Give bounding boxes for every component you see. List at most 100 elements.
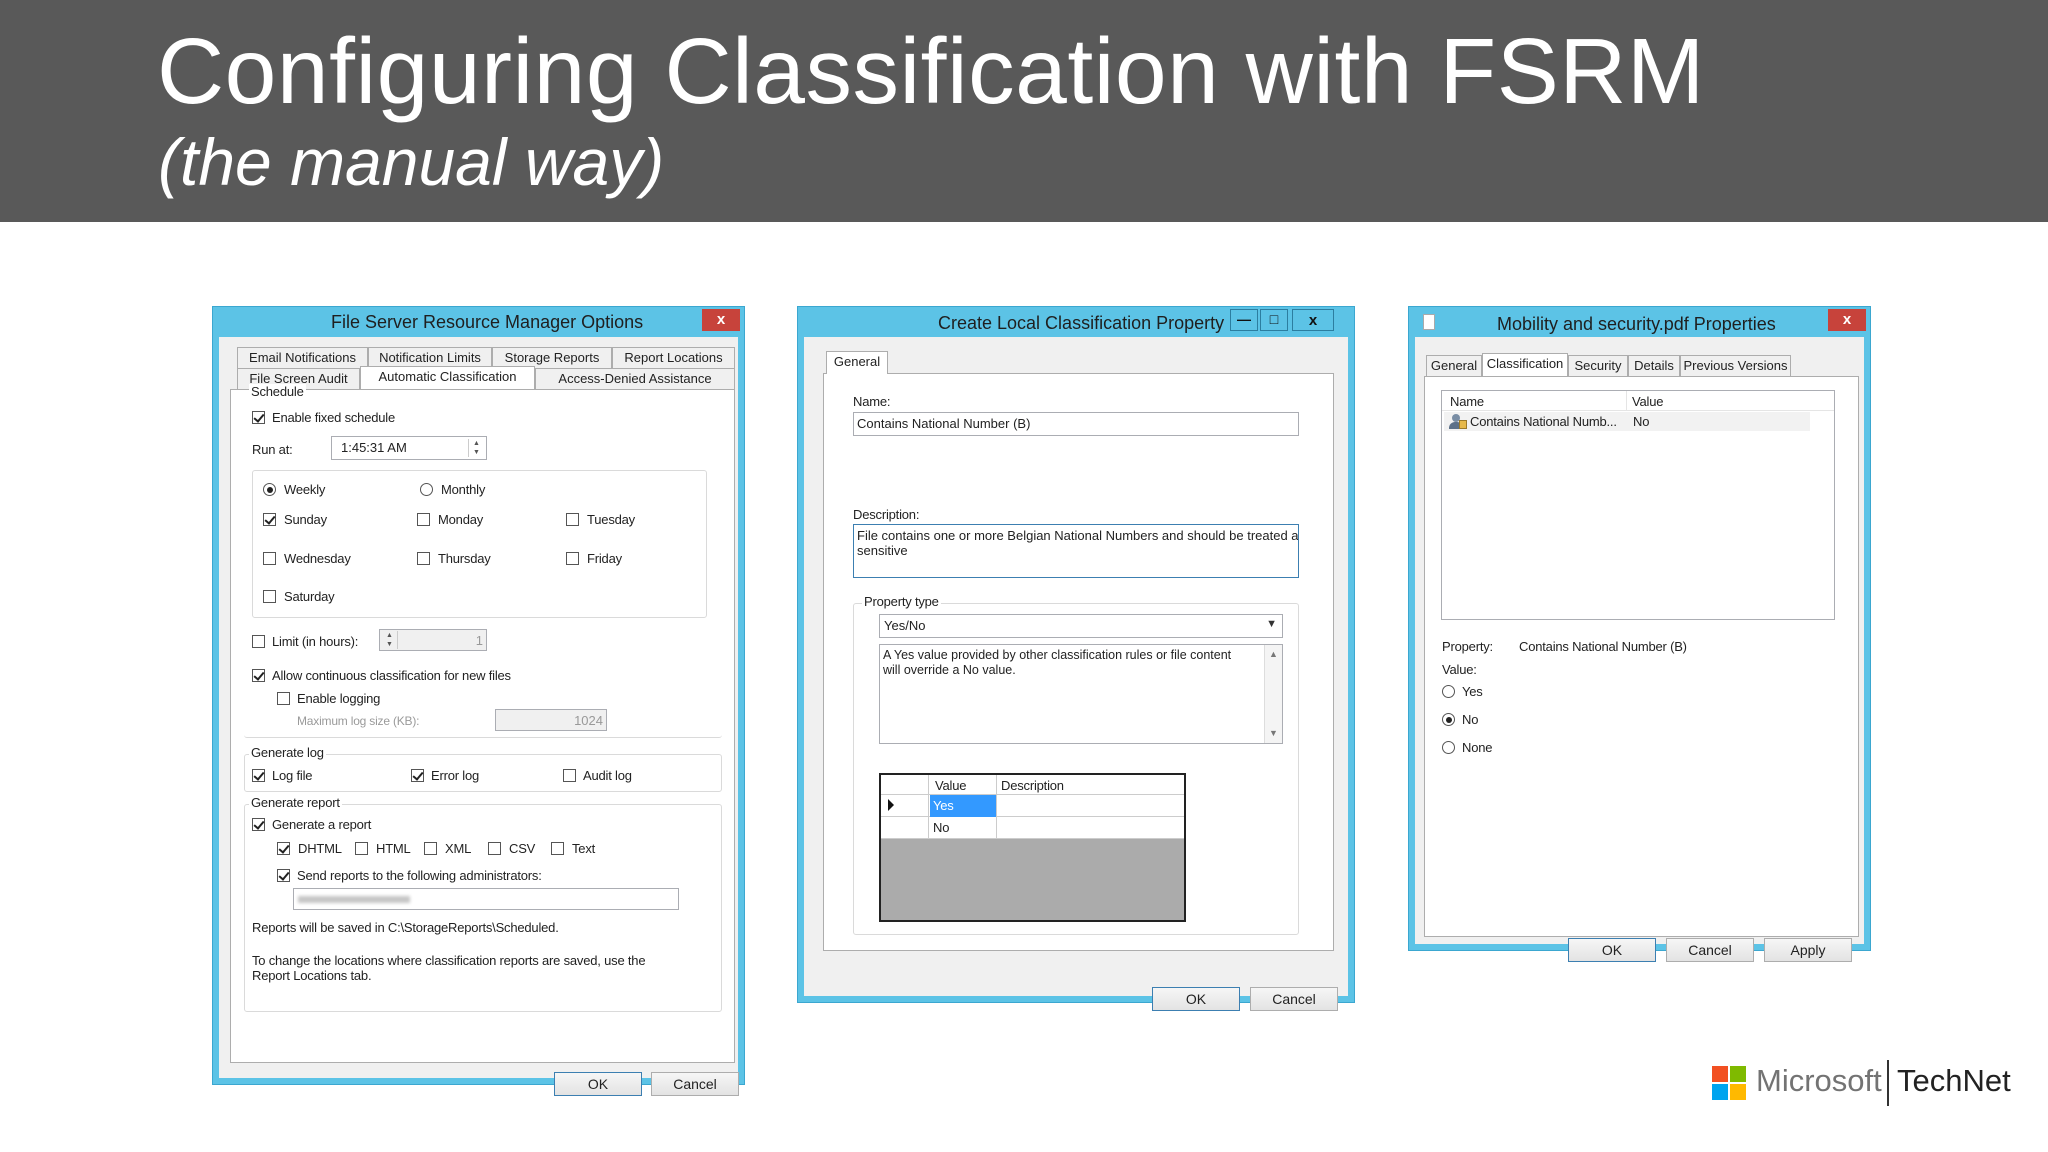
wednesday-checkbox[interactable]	[263, 552, 276, 565]
slide-title: Configuring Classification with FSRM	[157, 19, 1705, 123]
values-grid[interactable]: Value Description Yes No	[879, 773, 1186, 922]
tab-notification-limits[interactable]: Notification Limits	[368, 347, 492, 368]
dhtml-label: DHTML	[298, 841, 342, 856]
properties-list[interactable]: Name Value Contains National Numb... No	[1441, 390, 1835, 620]
tab-security[interactable]: Security	[1568, 355, 1628, 376]
audit-log-checkbox[interactable]	[563, 769, 576, 782]
window-title: Create Local Classification Property	[938, 313, 1225, 333]
monthly-radio[interactable]	[420, 483, 433, 496]
value-yes-radio[interactable]	[1442, 685, 1455, 698]
tab-general[interactable]: General	[826, 351, 888, 374]
minimize-button[interactable]: —	[1230, 309, 1258, 331]
list-item-value: No	[1633, 414, 1650, 429]
sunday-label: Sunday	[284, 512, 327, 527]
name-input[interactable]: Contains National Number (B)	[853, 412, 1299, 436]
value-no-radio[interactable]	[1442, 713, 1455, 726]
allow-continuous-checkbox[interactable]	[252, 669, 265, 682]
html-label: HTML	[376, 841, 411, 856]
tab-details[interactable]: Details	[1628, 355, 1680, 376]
apply-button[interactable]: Apply	[1764, 938, 1852, 962]
dhtml-checkbox[interactable]	[277, 842, 290, 855]
limit-hours-checkbox[interactable]	[252, 635, 265, 648]
tab-classification[interactable]: Classification	[1482, 353, 1568, 376]
cancel-button[interactable]: Cancel	[651, 1072, 739, 1096]
generate-report-checkbox[interactable]	[252, 818, 265, 831]
xml-label: XML	[445, 841, 472, 856]
log-file-checkbox[interactable]	[252, 769, 265, 782]
grid-cell-yes[interactable]: Yes	[930, 795, 996, 817]
title-bar[interactable]: Create Local Classification Property — □…	[798, 307, 1354, 337]
scroll-up-icon[interactable]: ▲	[1265, 647, 1282, 662]
administrators-email-input[interactable]	[293, 888, 679, 910]
grid-col-description: Description	[1001, 778, 1064, 793]
ok-button[interactable]: OK	[554, 1072, 642, 1096]
ok-button[interactable]: OK	[1568, 938, 1656, 962]
weekly-radio[interactable]	[263, 483, 276, 496]
tab-access-denied-assistance[interactable]: Access-Denied Assistance	[535, 368, 735, 389]
error-log-checkbox[interactable]	[411, 769, 424, 782]
list-item-name: Contains National Numb...	[1470, 414, 1617, 429]
chevron-down-icon: ▼	[1266, 618, 1277, 630]
tab-automatic-classification[interactable]: Automatic Classification	[360, 366, 535, 389]
tuesday-checkbox[interactable]	[566, 513, 579, 526]
title-bar[interactable]: Mobility and security.pdf Properties x	[1409, 307, 1870, 337]
title-bar[interactable]: File Server Resource Manager Options x	[213, 307, 744, 337]
value-none-radio[interactable]	[1442, 741, 1455, 754]
csv-checkbox[interactable]	[488, 842, 501, 855]
friday-checkbox[interactable]	[566, 552, 579, 565]
property-type-value: Yes/No	[884, 618, 926, 633]
enable-logging-checkbox[interactable]	[277, 692, 290, 705]
limit-hours-input[interactable]: ▲ ▼ 1	[379, 629, 487, 651]
classification-panel: Name Value Contains National Numb... No …	[1424, 376, 1859, 937]
document-icon	[1423, 314, 1435, 330]
tab-storage-reports[interactable]: Storage Reports	[492, 347, 612, 368]
enable-fixed-schedule-checkbox[interactable]	[252, 411, 265, 424]
grid-desc-col-divider	[996, 775, 997, 839]
maximize-button[interactable]: □	[1260, 309, 1288, 331]
window-body: General Classification Security Details …	[1415, 337, 1864, 962]
xml-checkbox[interactable]	[424, 842, 437, 855]
property-type-label: Property type	[862, 594, 941, 609]
saturday-checkbox[interactable]	[263, 590, 276, 603]
generate-report-checkbox-label: Generate a report	[272, 817, 372, 832]
enable-logging-label: Enable logging	[297, 691, 381, 706]
tab-previous-versions[interactable]: Previous Versions	[1680, 355, 1791, 376]
description-textarea[interactable]: File contains one or more Belgian Nation…	[853, 524, 1299, 578]
run-at-time-picker[interactable]: 1:45:31 AM ▲ ▼	[331, 436, 487, 460]
window-body: Email Notifications Notification Limits …	[219, 337, 739, 1096]
title-banner: Configuring Classification with FSRM (th…	[0, 0, 2048, 222]
cancel-button[interactable]: Cancel	[1250, 987, 1338, 1011]
thursday-checkbox[interactable]	[417, 552, 430, 565]
ok-button[interactable]: OK	[1152, 987, 1240, 1011]
sunday-checkbox[interactable]	[263, 513, 276, 526]
html-checkbox[interactable]	[355, 842, 368, 855]
scroll-down-icon[interactable]: ▼	[1265, 726, 1282, 741]
audit-log-label: Audit log	[583, 768, 632, 783]
grid-cell-no[interactable]: No	[930, 820, 949, 835]
value-none-label: None	[1462, 740, 1493, 755]
logo-square-red	[1712, 1066, 1728, 1082]
tab-general[interactable]: General	[1426, 355, 1482, 376]
tab-email-notifications[interactable]: Email Notifications	[237, 347, 368, 368]
text-checkbox[interactable]	[551, 842, 564, 855]
generate-log-label: Generate log	[249, 745, 326, 760]
property-type-select[interactable]: Yes/No ▼	[879, 614, 1283, 638]
close-button[interactable]: x	[1292, 309, 1334, 331]
close-button[interactable]: x	[1828, 309, 1866, 331]
cancel-button[interactable]: Cancel	[1666, 938, 1754, 962]
window-title: Mobility and security.pdf Properties	[1497, 314, 1776, 334]
limit-hours-value: 1	[475, 633, 483, 648]
time-spinner[interactable]: ▲ ▼	[468, 439, 484, 457]
info-scrollbar[interactable]: ▲ ▼	[1264, 645, 1282, 743]
monday-label: Monday	[438, 512, 484, 527]
tab-report-locations[interactable]: Report Locations	[612, 347, 735, 368]
send-reports-checkbox[interactable]	[277, 869, 290, 882]
col-value-header: Value	[1632, 394, 1664, 409]
max-log-size-input[interactable]: 1024	[495, 709, 607, 731]
limit-spinner[interactable]: ▲ ▼	[382, 631, 398, 649]
logo-divider	[1887, 1060, 1889, 1106]
general-panel: Name: Contains National Number (B) Descr…	[823, 373, 1334, 951]
monday-checkbox[interactable]	[417, 513, 430, 526]
close-button[interactable]: x	[702, 309, 740, 331]
description-line-2: sensitive	[857, 543, 908, 558]
